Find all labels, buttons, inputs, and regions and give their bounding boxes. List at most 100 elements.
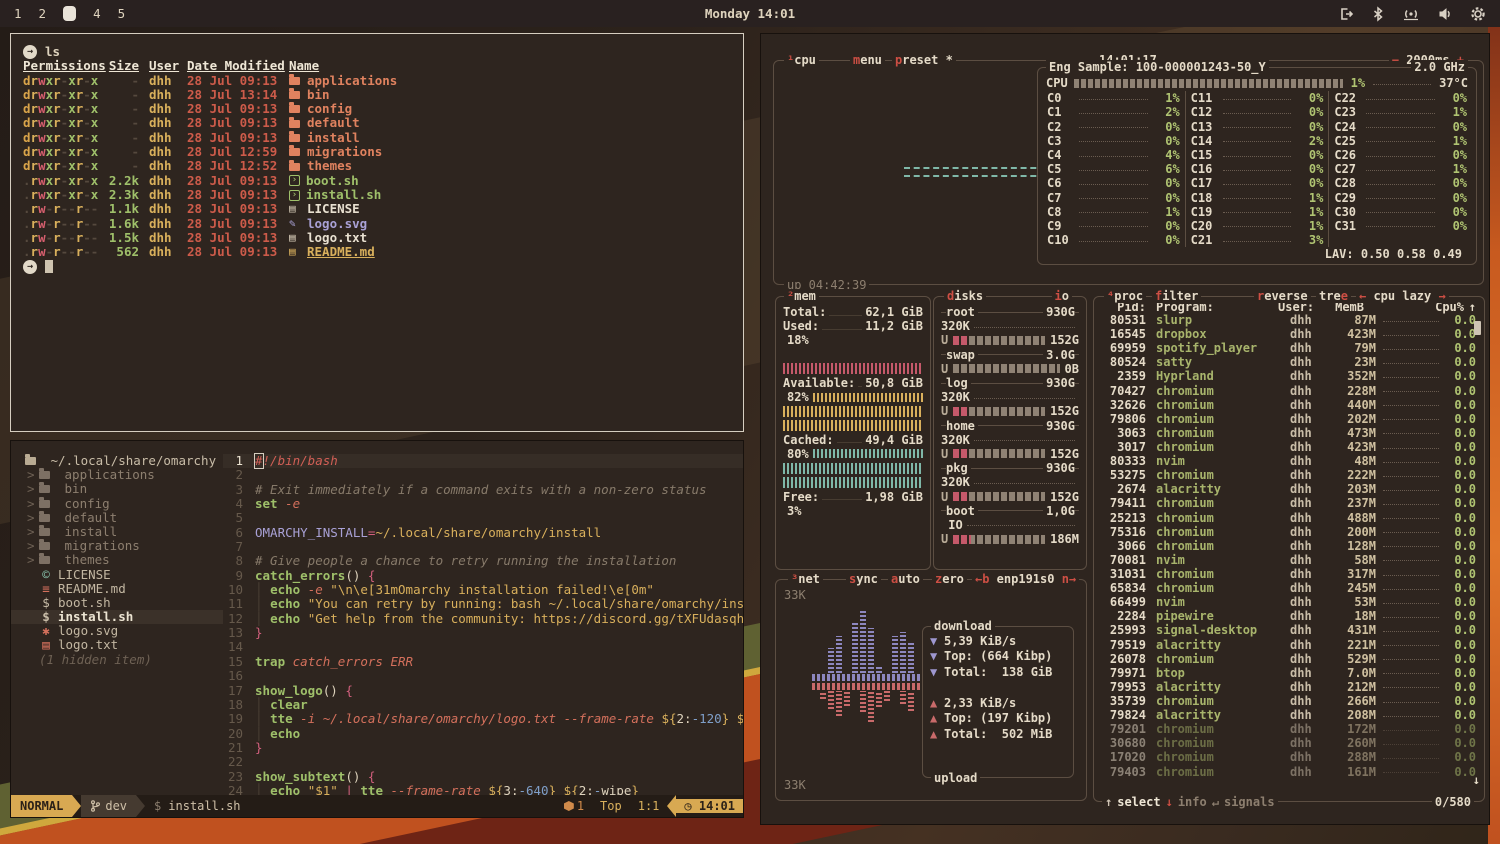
process-row[interactable]: 31031chromiumdhh317M0.0 (1094, 567, 1484, 581)
process-row[interactable]: 3017chromiumdhh423M0.0 (1094, 440, 1484, 454)
workspace-3[interactable] (63, 6, 76, 21)
info-button[interactable]: info (1178, 795, 1207, 809)
sort-column-switcher[interactable]: ← cpu lazy → (1356, 289, 1449, 303)
zero-button[interactable]: zero (932, 572, 967, 586)
tree-folder-migrations[interactable]: > migrations (11, 539, 223, 553)
menu-button[interactable]: menu (850, 53, 885, 67)
terminal-window[interactable]: ls PermissionsSizeUserDate ModifiedName … (10, 33, 744, 432)
process-row[interactable]: 79824alacrittydhh208M0.0 (1094, 708, 1484, 722)
tree-button[interactable]: tree (1316, 289, 1351, 303)
ls-row: .rw-r--r--1.6kdhh28 Jul 09:13✎logo.svg (23, 217, 731, 231)
tree-file-logo.txt[interactable]: ▤logo.txt (11, 638, 223, 652)
process-row[interactable]: 25993signal-desktopdhh431M0.0 (1094, 623, 1484, 637)
btop-window[interactable]: ¹cpu menu preset * 14:01:17 − 2000ms + u… (760, 33, 1490, 825)
prompt-line-2[interactable] (23, 259, 731, 273)
process-row[interactable]: 69959spotify_playerdhh79M0.0 (1094, 341, 1484, 355)
process-row[interactable]: 30680chromiumdhh260M0.0 (1094, 736, 1484, 750)
tree-folder-install[interactable]: > install (11, 525, 223, 539)
workspace-5[interactable]: 5 (118, 6, 126, 21)
logout-icon[interactable] (1338, 6, 1354, 22)
disk-usage-row: U152G (941, 489, 1079, 503)
sync-button[interactable]: sync (846, 572, 881, 586)
tree-file-README.md[interactable]: ≡README.md (11, 582, 223, 596)
workspace-4[interactable]: 4 (93, 6, 101, 21)
tree-file-install.sh[interactable]: $install.sh (11, 610, 223, 624)
tree-file-logo.svg[interactable]: ✱logo.svg (11, 624, 223, 638)
reverse-button[interactable]: reverse (1254, 289, 1311, 303)
core-row: C81% (1042, 205, 1185, 219)
cpu-frequency: 2.0 GHz (1411, 60, 1468, 74)
process-row[interactable]: 2284pipewiredhh18M0.0 (1094, 609, 1484, 623)
used-meter (783, 363, 923, 374)
process-row[interactable]: 79403chromiumdhh161M0.0 (1094, 765, 1484, 779)
process-row[interactable]: 35739chromiumdhh266M0.0 (1094, 694, 1484, 708)
process-row[interactable]: 79201chromiumdhh172M0.0 (1094, 722, 1484, 736)
io-toggle[interactable]: io (1052, 289, 1072, 303)
workspace-1[interactable]: 1 (14, 6, 22, 21)
signals-button[interactable]: signals (1224, 795, 1275, 809)
ls-row: drwxr-xr-x-dhh28 Jul 09:13install (23, 131, 731, 145)
process-row[interactable]: 79519alacrittydhh221M0.0 (1094, 638, 1484, 652)
disk-name-row: home930G (941, 419, 1079, 433)
core-row: C120% (1186, 105, 1329, 119)
volume-icon[interactable] (1437, 6, 1453, 22)
core-row: C100% (1042, 233, 1185, 247)
tree-folder-bin[interactable]: > bin (11, 482, 223, 496)
process-row[interactable]: 75316chromiumdhh200M0.0 (1094, 525, 1484, 539)
process-row[interactable]: 17020chromiumdhh288M0.0 (1094, 750, 1484, 764)
tree-root[interactable]: ~/.local/share/omarchy (11, 454, 223, 468)
process-row[interactable]: 3066chromiumdhh128M0.0 (1094, 539, 1484, 553)
code-area[interactable]: 1#!/bin/bash23# Exit immediately if a co… (223, 441, 743, 795)
process-row[interactable]: 26078chromiumdhh529M0.0 (1094, 652, 1484, 666)
process-row[interactable]: 79953alacrittydhh212M0.0 (1094, 680, 1484, 694)
settings-icon[interactable] (1470, 6, 1486, 22)
core-row: C213% (1186, 233, 1329, 247)
disk-usage-row: U152G (941, 404, 1079, 418)
process-row[interactable]: 79971btopdhh7.0M0.0 (1094, 666, 1484, 680)
diagnostic-icon (564, 801, 574, 811)
process-row[interactable]: 79806chromiumdhh202M0.0 (1094, 412, 1484, 426)
disk-name-row: swap3.0G (941, 348, 1079, 362)
core-row: C280% (1329, 176, 1472, 190)
readme-icon: ▤ (289, 245, 301, 259)
process-row[interactable]: 2359Hyprlanddhh352M0.0 (1094, 369, 1484, 383)
process-row[interactable]: 16545dropboxdhh423M0.0 (1094, 327, 1484, 341)
network-icon[interactable] (1402, 6, 1420, 22)
tree-file-LICENSE[interactable]: ©LICENSE (11, 568, 223, 582)
process-row[interactable]: 25213chromiumdhh488M0.0 (1094, 511, 1484, 525)
process-row[interactable]: 53275chromiumdhh222M0.0 (1094, 468, 1484, 482)
tree-file-boot.sh[interactable]: $boot.sh (11, 596, 223, 610)
core-row: C12% (1042, 105, 1185, 119)
process-row[interactable]: 32626chromiumdhh440M0.0 (1094, 398, 1484, 412)
ls-header: PermissionsSizeUserDate ModifiedName (23, 59, 731, 73)
cpu-temp: 37°C (1439, 76, 1468, 90)
process-row[interactable]: 70081nvimdhh58M0.0 (1094, 553, 1484, 567)
tree-folder-default[interactable]: > default (11, 511, 223, 525)
proc-scrollbar-thumb[interactable] (1474, 321, 1481, 335)
download-label: download (931, 619, 995, 633)
core-row: C44% (1042, 148, 1185, 162)
process-row[interactable]: 80524sattydhh23M0.0 (1094, 355, 1484, 369)
code-line: 19│ tte -i ~/.local/share/omarchy/logo.t… (223, 712, 743, 726)
process-row[interactable]: 70427chromiumdhh228M0.0 (1094, 384, 1484, 398)
cursor-position: 1:1 (630, 799, 668, 813)
workspace-2[interactable]: 2 (39, 6, 47, 21)
filter-button[interactable]: filter (1152, 289, 1201, 303)
tree-folder-config[interactable]: > config (11, 497, 223, 511)
tree-folder-applications[interactable]: > applications (11, 468, 223, 482)
preset-button[interactable]: preset * (892, 53, 956, 67)
process-row[interactable]: 79411chromiumdhh237M0.0 (1094, 496, 1484, 510)
auto-button[interactable]: auto (888, 572, 923, 586)
interface-switcher[interactable]: ←b enp191s0 n→ (972, 572, 1079, 586)
disk-usage-row: U186M (941, 532, 1079, 546)
process-row[interactable]: 65834chromiumdhh245M0.0 (1094, 581, 1484, 595)
bluetooth-icon[interactable] (1371, 6, 1385, 22)
tree-folder-themes[interactable]: > themes (11, 553, 223, 567)
editor-window[interactable]: ~/.local/share/omarchy> applications> bi… (10, 440, 744, 818)
process-row[interactable]: 80333nvimdhh48M0.0 (1094, 454, 1484, 468)
process-row[interactable]: 66499nvimdhh53M0.0 (1094, 595, 1484, 609)
process-row[interactable]: 80531slurpdhh87M0.0 (1094, 313, 1484, 327)
select-button[interactable]: select (1117, 795, 1160, 809)
process-row[interactable]: 2674alacrittydhh203M0.0 (1094, 482, 1484, 496)
process-row[interactable]: 3063chromiumdhh473M0.0 (1094, 426, 1484, 440)
